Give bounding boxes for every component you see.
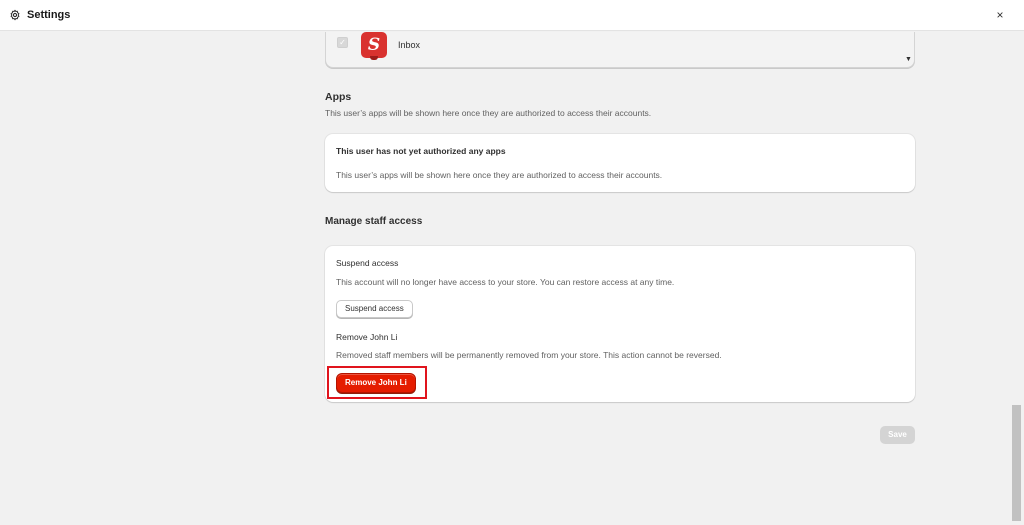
gear-icon	[10, 9, 20, 21]
sales-channel-list: ✓ S Inbox ▼	[325, 32, 915, 68]
title-bar: Settings ×	[0, 0, 1024, 31]
caret-down-icon[interactable]: ▼	[905, 56, 912, 63]
suspend-access-heading: Suspend access	[336, 258, 399, 268]
checkbox-icon[interactable]: ✓	[337, 37, 348, 48]
window-title: Settings	[27, 9, 71, 21]
staff-access-section-title: Manage staff access	[325, 216, 423, 227]
channel-label-inbox: Inbox	[398, 40, 421, 50]
suspend-access-text: This account will no longer have access …	[336, 277, 675, 287]
remove-staff-text: Removed staff members will be permanentl…	[336, 350, 722, 360]
apps-card: This user has not yet authorized any app…	[325, 134, 915, 192]
inbox-logo-tail	[370, 56, 378, 60]
remove-staff-heading: Remove John Li	[336, 332, 398, 342]
scrollbar-thumb[interactable]	[1012, 405, 1021, 521]
highlight-box	[327, 366, 427, 399]
close-icon[interactable]: ×	[993, 8, 1007, 22]
suspend-access-button[interactable]: Suspend access	[336, 300, 413, 318]
save-button[interactable]: Save	[880, 426, 915, 444]
apps-card-text: This user’s apps will be shown here once…	[336, 170, 663, 180]
scrollbar[interactable]	[1010, 32, 1024, 525]
apps-section-title: Apps	[325, 91, 352, 103]
inbox-app-logo: S	[361, 32, 387, 58]
apps-card-heading: This user has not yet authorized any app…	[336, 146, 506, 156]
apps-section-description: This user’s apps will be shown here once…	[325, 108, 652, 118]
